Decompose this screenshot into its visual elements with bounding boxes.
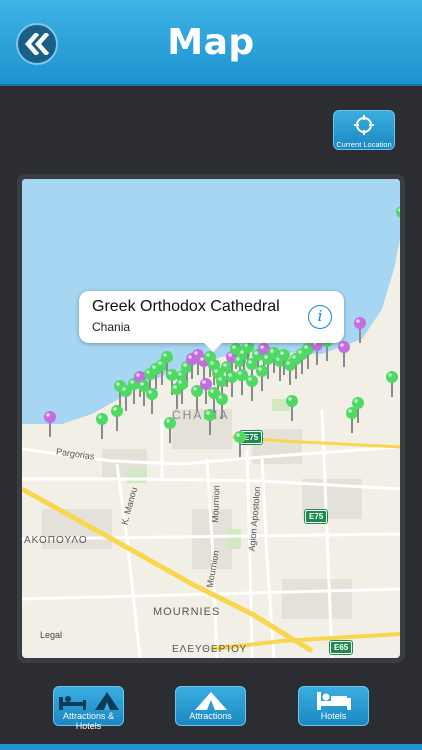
map-frame: CHANIA Pargorias K. Manou Mournion Mourn…	[17, 174, 405, 663]
attractions-hotels-label: Attractions & Hotels	[62, 711, 115, 731]
current-location-label: Current Location	[336, 140, 392, 149]
map-pin[interactable]	[111, 405, 123, 431]
map-pin[interactable]	[191, 385, 203, 411]
attractions-button[interactable]: Attractions	[175, 686, 246, 726]
map-pin[interactable]	[354, 317, 366, 343]
map-pin[interactable]	[396, 206, 400, 232]
map-pins	[44, 206, 400, 457]
callout-title: Greek Orthodox Cathedral	[92, 298, 280, 315]
hotels-button[interactable]: Hotels	[298, 686, 369, 726]
map-pin[interactable]	[234, 431, 246, 457]
bottom-stripe	[0, 744, 422, 750]
map-view[interactable]: CHANIA Pargorias K. Manou Mournion Mourn…	[22, 179, 400, 658]
map-pin[interactable]	[146, 388, 158, 414]
tent-icon	[194, 692, 227, 710]
map-pin[interactable]	[338, 341, 350, 367]
hotels-label: Hotels	[320, 711, 347, 721]
place-callout[interactable]: Greek Orthodox Cathedral Chania i	[79, 291, 344, 352]
callout-subtitle: Chania	[92, 320, 131, 334]
crosshair-icon	[354, 115, 374, 135]
map-pin[interactable]	[96, 413, 108, 439]
page-title: Map	[167, 22, 255, 63]
map-pin[interactable]	[346, 407, 358, 433]
map-pin[interactable]	[120, 385, 132, 411]
attractions-label: Attractions	[189, 711, 232, 721]
map-pin[interactable]	[164, 417, 176, 443]
map-pin[interactable]	[44, 411, 56, 437]
map-pin[interactable]	[286, 395, 298, 421]
bed-icon	[316, 692, 351, 710]
map-pin[interactable]	[256, 365, 268, 391]
header-bar: Map	[0, 0, 422, 86]
current-location-button[interactable]: Current Location	[333, 110, 395, 150]
bed-and-tent-icon	[58, 692, 119, 710]
map-pin[interactable]	[386, 371, 398, 397]
map-pin[interactable]	[246, 375, 258, 401]
attractions-hotels-button[interactable]: Attractions & Hotels	[53, 686, 124, 731]
info-icon[interactable]: i	[308, 305, 332, 329]
